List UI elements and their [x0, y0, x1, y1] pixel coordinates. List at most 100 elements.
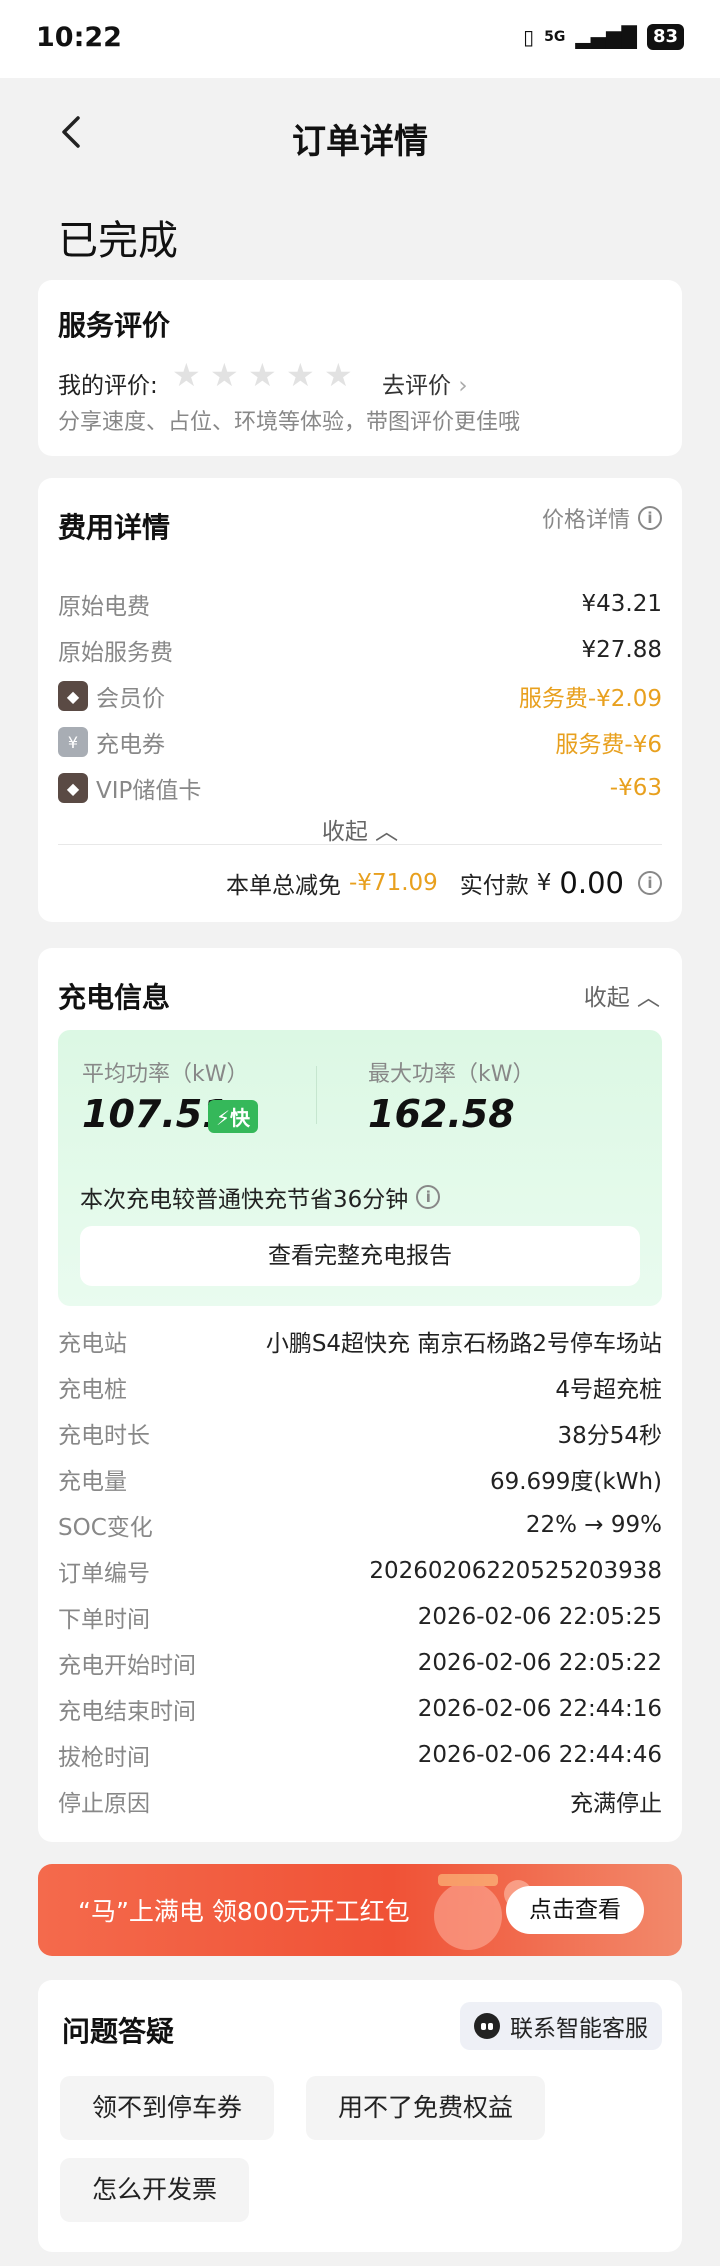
fee-row: ◆ VIP储值卡 -¥63	[58, 772, 662, 804]
status-icons: ▯ 5G ▂▄▆█ 83	[523, 24, 684, 50]
avg-power-label: 平均功率（kW）	[82, 1062, 249, 1087]
avg-power-value: 107.51	[82, 1092, 229, 1136]
info-row: 停止原因 充满停止	[58, 1784, 662, 1818]
info-value: 小鹏S4超快充 南京石杨路2号停车场站	[265, 1331, 662, 1357]
fee-value: ¥43.21	[581, 591, 662, 617]
star-icon[interactable]: ★	[210, 359, 240, 391]
faq-title: 问题答疑	[62, 2015, 175, 2048]
vibrate-icon: ▯	[523, 25, 535, 49]
header: 订单详情	[0, 78, 720, 188]
divider	[58, 844, 662, 845]
view-report-button[interactable]: 查看完整充电报告	[80, 1226, 640, 1286]
info-value: 充满停止	[570, 1791, 662, 1817]
fee-label: 原始电费	[58, 594, 150, 620]
star-icon[interactable]: ★	[324, 359, 354, 391]
rating-stars[interactable]: ★ ★ ★ ★ ★	[172, 359, 354, 391]
star-icon[interactable]: ★	[248, 359, 278, 391]
status-time: 10:22	[36, 22, 122, 53]
info-value: 22% → 99%	[525, 1512, 662, 1538]
info-row: SOC变化 22% → 99%	[58, 1508, 662, 1542]
battery-icon: 83	[646, 24, 684, 50]
order-status: 已完成	[58, 218, 178, 264]
info-value: 2026-02-06 22:44:16	[417, 1696, 662, 1722]
fee-row: ¥ 充电券 服务费-¥6	[58, 726, 662, 758]
my-rating-label: 我的评价:	[58, 373, 158, 399]
customer-service-button[interactable]: 联系智能客服	[460, 2002, 662, 2050]
chevron-up-icon: ︿	[375, 819, 399, 845]
fast-badge-label: 快	[230, 1106, 251, 1130]
fee-label: VIP储值卡	[96, 778, 202, 804]
info-label: 拔枪时间	[58, 1745, 150, 1771]
star-icon[interactable]: ★	[286, 359, 316, 391]
fee-value: 服务费-¥6	[555, 732, 662, 758]
robot-icon	[474, 2013, 500, 2039]
vip-diamond-icon: ◆	[58, 773, 88, 803]
collapse-label: 收起	[583, 985, 630, 1011]
save-note-text: 本次充电较普通快充节省36分钟	[80, 1187, 409, 1213]
max-power-value: 162.58	[368, 1092, 515, 1136]
info-icon: i	[638, 506, 662, 530]
fee-label: 原始服务费	[58, 640, 173, 666]
banner-text: “马”上满电 领800元开工红包	[78, 1897, 410, 1926]
info-row: 充电时长 38分54秒	[58, 1416, 662, 1450]
fee-row: ◆ 会员价 服务费-¥2.09	[58, 680, 662, 712]
info-row: 充电站 小鹏S4超快充 南京石杨路2号停车场站	[58, 1324, 662, 1358]
info-value: 2026-02-06 22:05:25	[417, 1604, 662, 1630]
max-power-label: 最大功率（kW）	[368, 1062, 535, 1087]
faq-card: 问题答疑 联系智能客服 领不到停车券 用不了免费权益 怎么开发票	[38, 1980, 682, 2252]
info-label: 充电时长	[58, 1423, 150, 1449]
info-value: 69.699度(kWh)	[489, 1469, 662, 1495]
fees-title: 费用详情	[58, 511, 171, 544]
promo-banner[interactable]: “马”上满电 领800元开工红包 点击查看	[38, 1864, 682, 1956]
fee-label: 会员价	[96, 686, 165, 712]
lightning-icon: ⚡	[216, 1106, 231, 1130]
total-discount-value: -¥71.09	[349, 870, 438, 896]
info-value: 2026-02-06 22:44:46	[417, 1742, 662, 1768]
fees-card: 费用详情 价格详情 i 原始电费 ¥43.21 原始服务费 ¥27.88 ◆ 会…	[38, 478, 682, 922]
charge-collapse-button[interactable]: 收起 ︿	[584, 978, 660, 1012]
faq-chip[interactable]: 怎么开发票	[60, 2158, 250, 2222]
charge-card: 充电信息 收起 ︿ 平均功率（kW） 107.51 ⚡快 最大功率（kW） 16…	[38, 948, 682, 1842]
price-detail-link[interactable]: 价格详情 i	[542, 502, 662, 534]
info-icon[interactable]: i	[638, 871, 662, 895]
faq-chip[interactable]: 领不到停车券	[60, 2076, 275, 2140]
go-review-label: 去评价	[382, 373, 451, 399]
info-row: 充电开始时间 2026-02-06 22:05:22	[58, 1646, 662, 1680]
power-summary: 平均功率（kW） 107.51 ⚡快 最大功率（kW） 162.58 本次充电较…	[58, 1030, 662, 1306]
fee-value: ¥27.88	[581, 637, 662, 663]
network-label: 5G	[544, 29, 566, 45]
info-row: 拔枪时间 2026-02-06 22:44:46	[58, 1738, 662, 1772]
info-label: 充电量	[58, 1469, 127, 1495]
collapse-label: 收起	[321, 819, 368, 845]
divider	[316, 1066, 317, 1124]
info-label: 充电结束时间	[58, 1699, 196, 1725]
chevron-up-icon: ︿	[637, 985, 660, 1011]
info-value: 4号超充桩	[555, 1377, 662, 1403]
total-row: 本单总减免 -¥71.09 实付款 ¥ 0.00 i	[226, 866, 662, 900]
price-detail-label: 价格详情	[541, 508, 630, 533]
faq-chip[interactable]: 用不了免费权益	[306, 2076, 546, 2140]
info-value: 38分54秒	[557, 1423, 662, 1449]
info-row: 充电桩 4号超充桩	[58, 1370, 662, 1404]
charge-title: 充电信息	[58, 981, 171, 1014]
fee-label-wrap: ◆ VIP储值卡	[58, 771, 201, 805]
info-value: 2026-02-06 22:05:22	[417, 1650, 662, 1676]
info-row: 充电结束时间 2026-02-06 22:44:16	[58, 1692, 662, 1726]
fees-collapse-button[interactable]: 收起 ︿	[38, 812, 682, 846]
fee-value: 服务费-¥2.09	[518, 686, 662, 712]
total-discount-label: 本单总减免	[226, 873, 341, 899]
customer-service-label: 联系智能客服	[510, 2016, 648, 2042]
info-label: 订单编号	[58, 1561, 150, 1587]
info-icon[interactable]: i	[416, 1185, 441, 1209]
go-review-link[interactable]: 去评价 ›	[382, 366, 468, 400]
fee-row: 原始服务费 ¥27.88	[58, 634, 662, 666]
info-row: 订单编号 20260206220525203938	[58, 1554, 662, 1588]
fee-row: 原始电费 ¥43.21	[58, 588, 662, 620]
fee-value: -¥63	[609, 775, 662, 801]
banner-view-button[interactable]: 点击查看	[506, 1886, 644, 1934]
info-row: 充电量 69.699度(kWh)	[58, 1462, 662, 1496]
star-icon[interactable]: ★	[172, 359, 202, 391]
info-label: SOC变化	[58, 1515, 153, 1541]
paid-currency: ¥	[536, 870, 552, 896]
info-label: 停止原因	[58, 1791, 150, 1817]
